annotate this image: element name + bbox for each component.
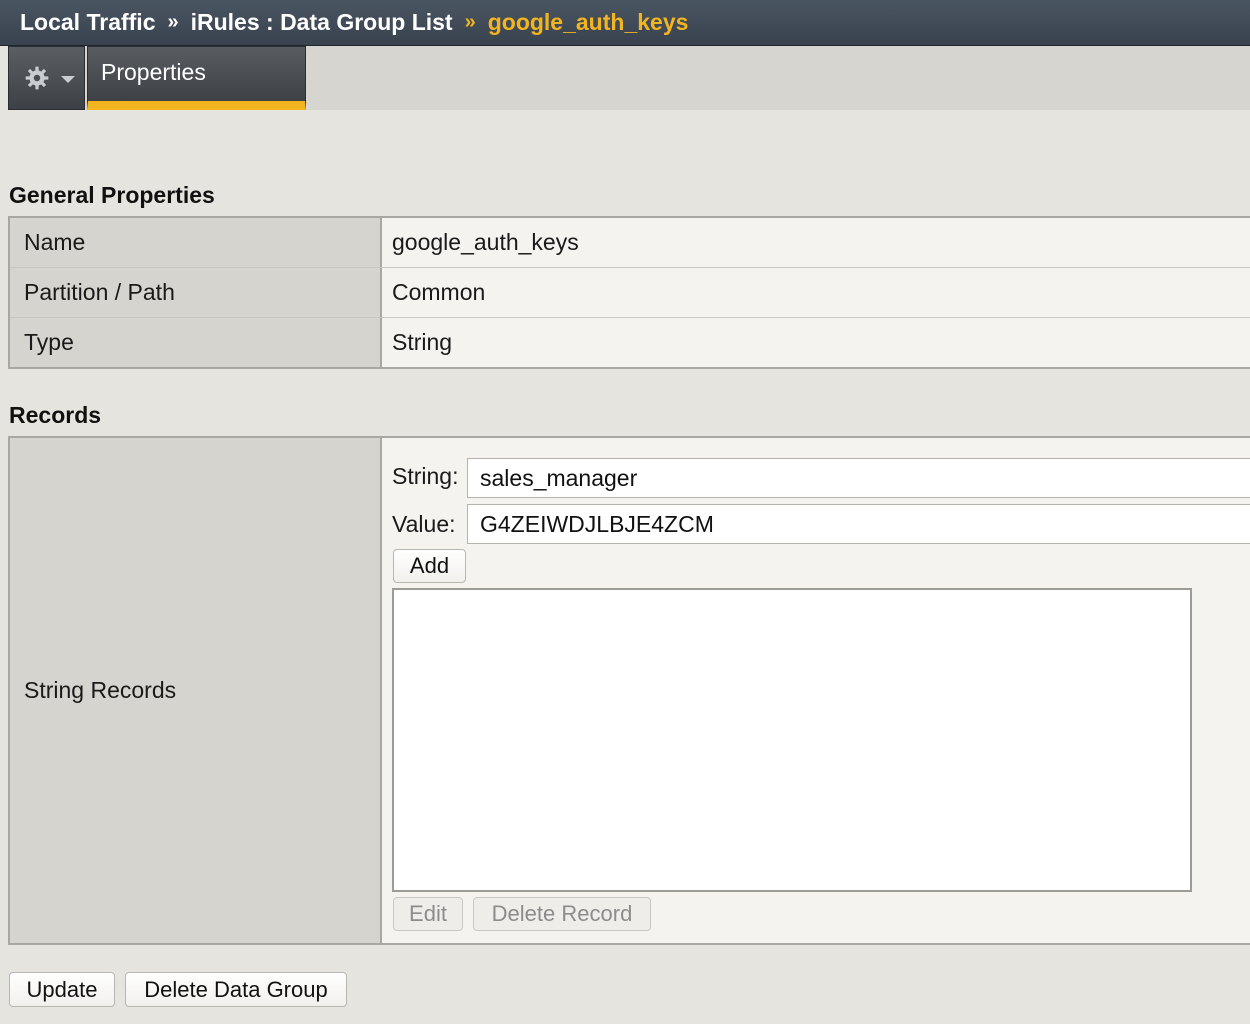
breadcrumb-current: google_auth_keys xyxy=(487,9,689,35)
breadcrumb-data-group-list[interactable]: iRules : Data Group List xyxy=(191,9,453,36)
table-row: Partition / Path Common xyxy=(10,268,1250,318)
table-row: Name google_auth_keys xyxy=(10,218,1250,268)
name-value: google_auth_keys xyxy=(382,218,1250,267)
tab-properties[interactable]: Properties xyxy=(87,46,306,110)
edit-button[interactable]: Edit xyxy=(393,897,463,931)
value-input[interactable] xyxy=(467,504,1250,544)
delete-record-button[interactable]: Delete Record xyxy=(473,897,651,931)
gear-icon xyxy=(25,66,49,90)
general-properties-title: General Properties xyxy=(9,182,215,208)
table-row: String Records String: Value: Add Edit D… xyxy=(10,438,1250,943)
value-field-label: Value: xyxy=(392,511,456,537)
type-value: String xyxy=(382,318,1250,367)
delete-data-group-button[interactable]: Delete Data Group xyxy=(125,972,347,1007)
string-records-label: String Records xyxy=(10,438,382,943)
partition-path-label: Partition / Path xyxy=(10,268,382,317)
breadcrumb: Local Traffic » iRules : Data Group List… xyxy=(0,0,1250,46)
name-label: Name xyxy=(10,218,382,267)
records-title: Records xyxy=(9,402,102,428)
breadcrumb-separator: » xyxy=(464,11,476,33)
add-button[interactable]: Add xyxy=(393,549,466,583)
update-button[interactable]: Update xyxy=(9,972,115,1007)
partition-path-value: Common xyxy=(382,268,1250,317)
tab-strip: Properties xyxy=(8,46,1250,110)
table-row: Type String xyxy=(10,318,1250,367)
string-input[interactable] xyxy=(467,458,1250,498)
string-records-listbox[interactable] xyxy=(392,588,1192,892)
records-table: String Records String: Value: Add Edit D… xyxy=(8,436,1250,945)
string-field-label: String: xyxy=(392,463,459,489)
chevron-down-icon xyxy=(61,76,75,83)
breadcrumb-local-traffic[interactable]: Local Traffic xyxy=(20,9,155,36)
type-label: Type xyxy=(10,318,382,367)
string-records-editor: String: Value: Add Edit Delete Record xyxy=(382,438,1250,943)
settings-menu-button[interactable] xyxy=(8,46,85,110)
general-properties-table: Name google_auth_keys Partition / Path C… xyxy=(8,216,1250,369)
breadcrumb-separator: » xyxy=(167,11,179,33)
